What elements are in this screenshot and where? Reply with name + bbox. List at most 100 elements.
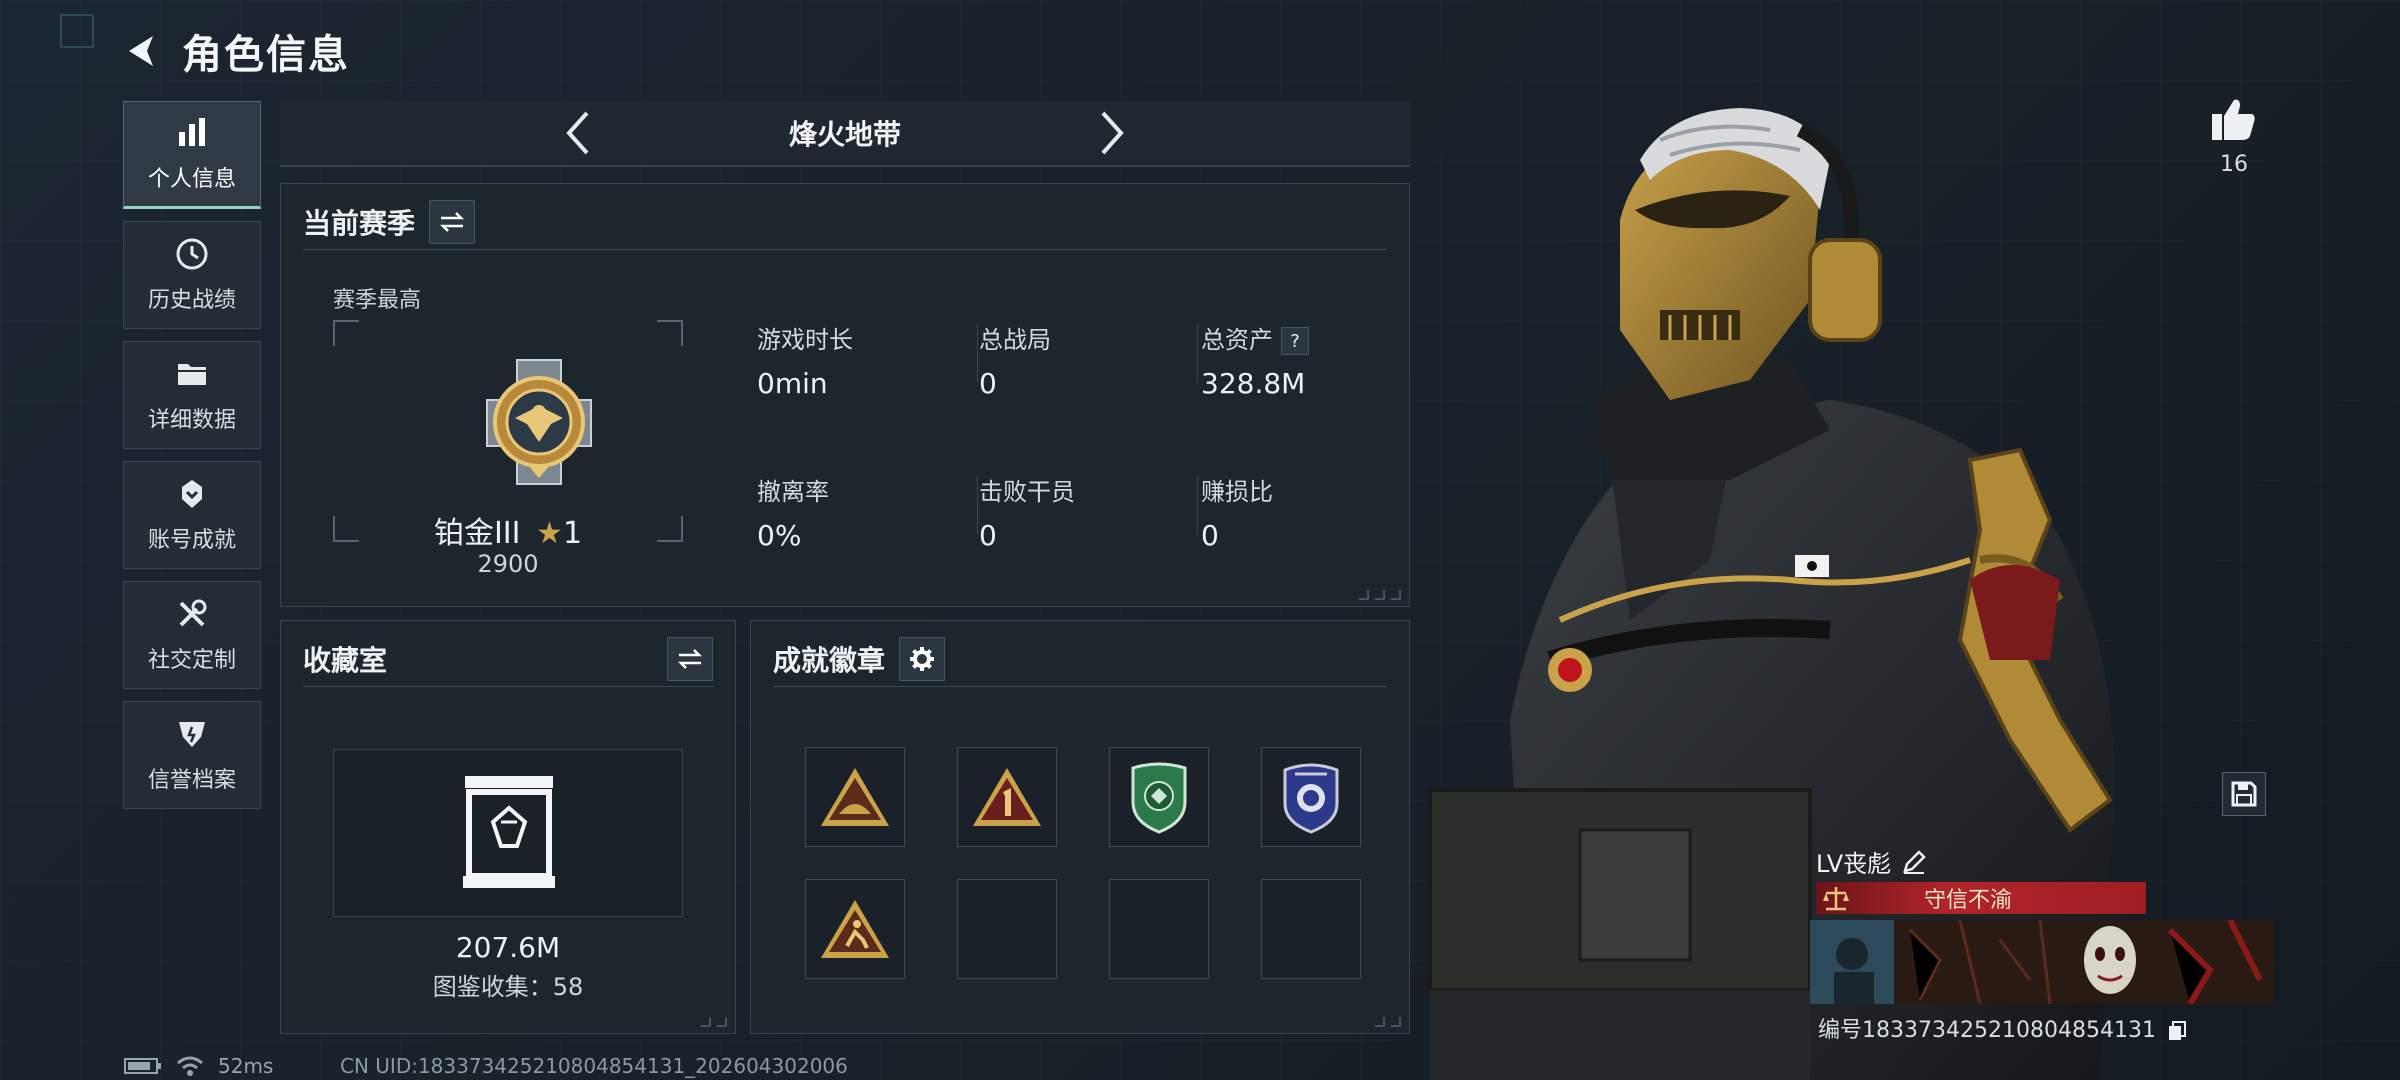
star-icon: ★ [536,516,563,551]
corner-marks [1375,1017,1401,1027]
number-one-badge-icon [973,768,1041,826]
stat-label: 游戏时长 [757,326,853,354]
achievements-settings-button[interactable] [899,636,946,681]
player-name-row: LV丧彪 [1816,844,1927,879]
uid-text: CN UID:18337342521080485​4131_2026043020… [340,1054,848,1078]
stat-label-text: 总资产 [1201,326,1273,354]
player-title: 守信不渝 [1924,888,2013,913]
sidebar-item-achievements[interactable]: 账号成就 [123,461,261,569]
badge-icon [174,476,210,512]
season-panel: 当前赛季 赛季最高 铂金III ★1 2900 游戏时长 0min 总战局 0 … [280,183,1410,607]
gear-icon [910,646,935,671]
stat-label: 赚损比 [1201,478,1273,506]
corner-marks [1359,590,1401,600]
sidebar-item-history[interactable]: 历史战绩 [123,221,261,329]
player-name: LV丧彪 [1816,850,1892,878]
collection-count: 图鉴收集：58 [432,973,584,1001]
folder-icon [174,356,210,392]
stat-label: 总战局 [979,326,1051,354]
stat-divider [1197,476,1198,534]
badge-slot[interactable] [1261,747,1361,847]
badge-grid [805,747,1361,979]
badge-slot[interactable] [805,747,905,847]
vault-icon [463,776,555,888]
wrench-icon [174,596,210,632]
season-title: 当前赛季 [303,206,416,240]
badge-slot-empty[interactable] [957,879,1057,979]
stat-value: 0 [1201,519,1219,552]
stat-total-assets: 总资产? 328.8M [1201,320,1411,400]
sidebar-item-social[interactable]: 社交定制 [123,581,261,689]
mode-title: 烽火地带 [788,118,901,151]
sidebar-item-label: 信誉档案 [147,768,236,793]
thumbs-up-icon[interactable] [2210,96,2258,142]
wifi-icon [177,1056,203,1076]
help-icon[interactable]: ? [1281,327,1309,355]
badge-slot[interactable] [957,747,1057,847]
sidebar-item-label: 社交定制 [147,648,236,673]
green-shield-badge-icon [1131,762,1187,834]
stat-kills: 击败干员 0 [979,472,1189,552]
save-button[interactable] [2222,772,2266,816]
edit-icon[interactable] [1901,849,1927,875]
corner-frame [60,14,94,48]
chevron-right-icon [1101,111,1124,155]
corner-marks [701,1017,727,1027]
season-switch-button[interactable] [429,199,476,244]
player-id: 编号1833734252108048541​31 [1818,1012,2187,1044]
save-icon [2231,781,2257,807]
sidebar-item-label: 历史战绩 [147,288,236,313]
achievements-panel-header: 成就徽章 [773,631,1387,687]
rank-stars: 1 [562,516,583,551]
shield-icon [174,716,210,752]
sidebar-item-label: 个人信息 [147,167,236,192]
badge-slot-empty[interactable] [1109,879,1209,979]
stat-extract-rate: 撤离率 0% [757,472,967,552]
stat-label: 总资产? [1201,320,1411,355]
collection-panel: 收藏室 207.6M 图鉴收集：58 [280,620,736,1034]
sidebar-item-label: 详细数据 [147,408,236,433]
swap-icon [439,211,465,232]
back-button[interactable] [120,29,164,73]
badge-slot[interactable] [805,879,905,979]
collection-preview[interactable] [333,749,683,917]
stat-label: 击败干员 [979,478,1075,506]
status-bar: 52ms [124,1054,273,1078]
season-best-label: 赛季最高 [333,288,422,313]
mode-prev-button[interactable] [556,108,600,158]
stat-play-time: 游戏时长 0min [757,320,967,400]
sidebar-item-personal-info[interactable]: 个人信息 [123,101,261,209]
mode-selector: 烽火地带 [280,101,1410,167]
battery-icon [124,1058,161,1074]
badge-slot[interactable] [1109,747,1209,847]
page-header: 角色信息 [120,24,350,78]
stat-value: 0% [757,519,802,552]
collection-value: 207.6M [455,931,561,964]
ping-value: 52ms [218,1054,274,1078]
copy-icon[interactable] [2167,1020,2187,1042]
stat-value: 328.8M [1201,367,1306,400]
platinum-rank-emblem-icon [486,359,592,485]
back-arrow-icon [129,36,153,66]
player-banner-image [1810,920,2274,1004]
season-panel-header: 当前赛季 [303,194,1387,250]
stat-profit-ratio: 赚损比 0 [1201,472,1411,552]
stat-value: 0 [979,367,997,400]
blue-shield-badge-icon [1283,763,1339,834]
frame-corner [333,320,359,346]
bar-chart-icon [174,115,210,151]
stat-label: 撤离率 [757,478,829,506]
chevron-left-icon [566,111,589,155]
stat-divider [977,324,978,382]
sidebar-item-credit[interactable]: 信誉档案 [123,701,261,809]
sidebar-item-label: 账号成就 [147,528,236,553]
collection-switch-button[interactable] [667,636,713,681]
stat-total-matches: 总战局 0 [979,320,1189,400]
swap-icon [677,648,703,669]
mode-next-button[interactable] [1090,108,1134,158]
stat-value: 0min [757,367,828,400]
like-count: 16 [2220,152,2248,177]
player-id-text: 编号1833734252108048541​31 [1818,1018,2156,1043]
sidebar-item-detailed-data[interactable]: 详细数据 [123,341,261,449]
badge-slot-empty[interactable] [1261,879,1361,979]
